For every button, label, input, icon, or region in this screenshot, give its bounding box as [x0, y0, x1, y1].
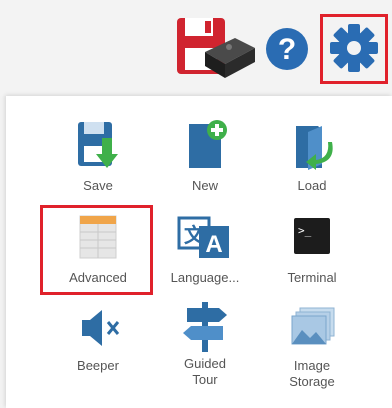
menu-item-save[interactable]: Save — [53, 118, 143, 194]
menu-item-language[interactable]: 文 A Language... — [160, 212, 250, 286]
new-icon — [189, 120, 227, 168]
menu-item-label: Image Storage — [289, 358, 335, 389]
menu-item-label: Advanced — [69, 270, 127, 285]
terminal-icon: >_ — [294, 218, 330, 254]
svg-text:?: ? — [278, 33, 296, 66]
save-icon — [78, 122, 118, 168]
menu-item-beeper[interactable]: Beeper — [53, 302, 143, 374]
menu-item-new[interactable]: New — [160, 118, 250, 194]
menu-item-label: Beeper — [77, 358, 119, 373]
beeper-icon — [82, 310, 120, 346]
menu-item-image-storage[interactable]: Image Storage — [267, 302, 357, 390]
save-device-icon[interactable] — [175, 14, 257, 80]
image-storage-icon — [291, 307, 335, 345]
menu-item-label: New — [191, 178, 218, 193]
gear-highlight-box — [320, 14, 388, 84]
guided-tour-icon — [183, 302, 227, 352]
menu-item-label: Guided Tour — [184, 356, 226, 387]
language-icon: 文 A — [177, 216, 229, 258]
menu-item-advanced[interactable]: Advanced — [53, 212, 143, 286]
svg-text:A: A — [205, 231, 222, 258]
menu-item-terminal[interactable]: >_ Terminal — [267, 212, 357, 286]
load-icon — [296, 126, 333, 170]
menu-item-label: Save — [83, 178, 113, 193]
top-toolbar: ? — [0, 0, 392, 96]
svg-text:>_: >_ — [298, 224, 312, 237]
menu-item-load[interactable]: Load — [267, 118, 357, 194]
menu-item-label: Load — [297, 178, 327, 193]
menu-item-guided-tour[interactable]: Guided Tour — [160, 298, 250, 388]
advanced-icon — [79, 215, 117, 259]
menu-item-label: Terminal — [287, 270, 337, 285]
help-icon[interactable]: ? — [264, 26, 310, 72]
menu-item-label: Language... — [170, 270, 240, 285]
